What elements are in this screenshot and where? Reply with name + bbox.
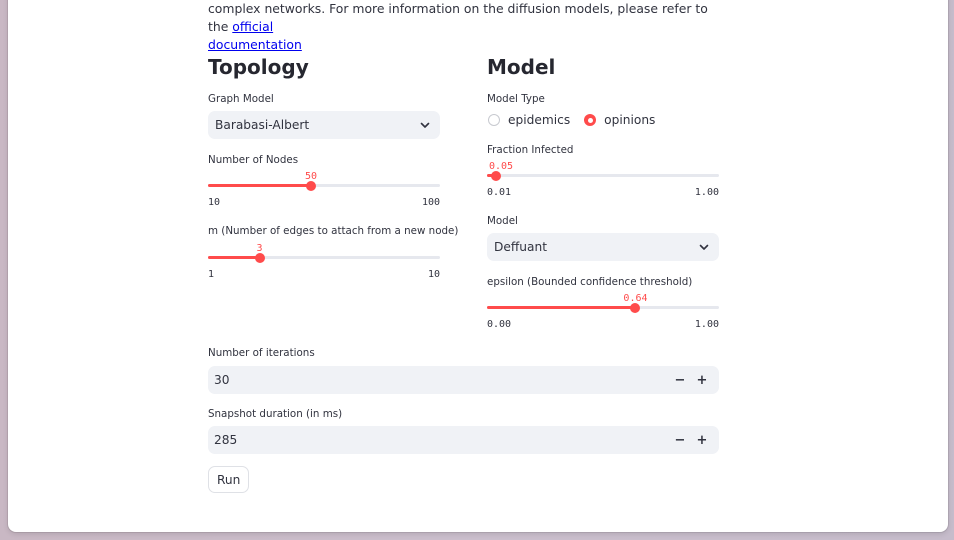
intro-text: complex networks. For more information o…: [208, 1, 708, 34]
model-select-value: Deffuant: [494, 240, 547, 254]
slider-min: 0.00: [487, 319, 512, 330]
fraction-infected-label: Fraction Infected: [487, 144, 574, 156]
graph-model-value: Barabasi-Albert: [215, 118, 310, 132]
decrement-button[interactable]: −: [669, 433, 691, 448]
model-heading: Model: [487, 55, 556, 79]
graph-model-select[interactable]: Barabasi-Albert: [208, 111, 440, 139]
increment-button[interactable]: +: [691, 433, 713, 448]
iterations-value[interactable]: 30: [214, 373, 669, 387]
slider-thumb[interactable]: [306, 180, 316, 191]
run-button[interactable]: Run: [208, 466, 250, 493]
topology-heading: Topology: [208, 55, 309, 79]
m-label: m (Number of edges to attach from a new …: [208, 225, 459, 237]
slider-track: [487, 174, 719, 177]
radio-option-epidemics[interactable]: epidemics: [488, 113, 570, 127]
slider-thumb[interactable]: [491, 170, 502, 181]
num-nodes-slider[interactable]: 50 10 100: [208, 171, 440, 211]
iterations-label: Number of iterations: [208, 347, 315, 359]
model-select-label: Model: [487, 215, 518, 227]
slider-thumb[interactable]: [630, 302, 641, 313]
slider-min: 0.01: [487, 187, 512, 198]
fraction-infected-slider[interactable]: 0.05 0.01 1.00: [487, 161, 719, 201]
slider-thumb[interactable]: [254, 252, 265, 263]
radio-label: opinions: [604, 113, 656, 127]
slider-max: 1.00: [694, 319, 719, 330]
slider-max: 10: [427, 269, 440, 280]
model-select[interactable]: Deffuant: [487, 233, 719, 261]
iterations-input[interactable]: 30 − +: [208, 366, 719, 394]
slider-max: 1.00: [694, 187, 719, 198]
radio-checked-icon: [584, 114, 597, 126]
increment-button[interactable]: +: [691, 373, 713, 388]
snapshot-input[interactable]: 285 − +: [208, 426, 719, 454]
chevron-down-icon: [419, 119, 431, 131]
m-slider[interactable]: 3 1 10: [208, 243, 440, 283]
slider-max: 100: [421, 197, 440, 208]
slider-fill: [208, 184, 311, 187]
radio-label: epidemics: [508, 113, 571, 127]
chevron-down-icon: [698, 241, 710, 253]
slider-fill: [487, 306, 636, 309]
num-nodes-label: Number of Nodes: [208, 154, 299, 166]
graph-model-label: Graph Model: [208, 93, 274, 105]
slider-fill: [208, 256, 260, 259]
snapshot-value[interactable]: 285: [214, 433, 669, 447]
intro-paragraph: complex networks. For more information o…: [208, 0, 728, 54]
slider-value: 0.05: [488, 161, 514, 172]
model-type-radio-group: epidemics opinions: [488, 113, 655, 127]
epsilon-label: epsilon (Bounded confidence threshold): [487, 276, 693, 288]
slider-min: 1: [208, 269, 215, 280]
radio-option-opinions[interactable]: opinions: [584, 113, 655, 127]
decrement-button[interactable]: −: [669, 373, 691, 388]
snapshot-label: Snapshot duration (in ms): [208, 408, 343, 420]
model-type-label: Model Type: [487, 93, 545, 105]
epsilon-slider[interactable]: 0.64 0.00 1.00: [487, 293, 719, 333]
slider-min: 10: [208, 197, 221, 208]
radio-unchecked-icon: [488, 114, 500, 126]
